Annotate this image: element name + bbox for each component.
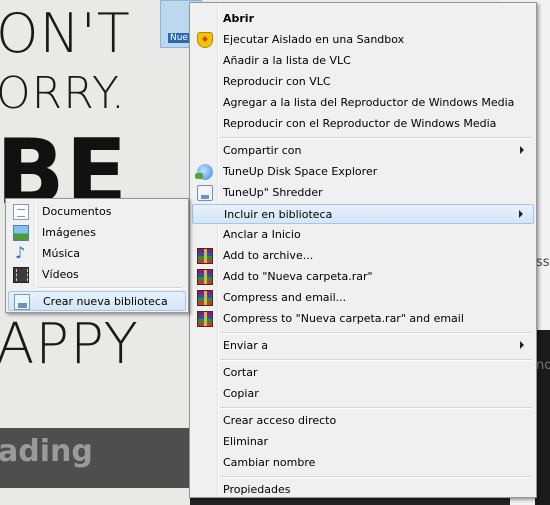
- menu-item-eliminar[interactable]: Eliminar: [192, 432, 534, 452]
- menu-item-label: Eliminar: [223, 435, 269, 448]
- submenu-item-label: Documentos: [42, 205, 112, 218]
- videos-library-icon: [13, 267, 29, 283]
- sandbox-shield-icon: [197, 32, 213, 48]
- winrar-icon: [197, 290, 213, 306]
- submenu-arrow-icon: [519, 210, 523, 218]
- winrar-icon: [197, 248, 213, 264]
- menu-item-label: Añadir a la lista de VLC: [223, 54, 351, 67]
- context-menu: Abrir Ejecutar Aislado en una Sandbox Añ…: [189, 2, 537, 498]
- menu-item-label: Reproducir con el Reproductor de Windows…: [223, 117, 497, 130]
- menu-item-label: TuneUp" Shredder: [223, 186, 323, 199]
- music-library-icon: [13, 243, 29, 262]
- menu-item-anclar-inicio[interactable]: Anclar a Inicio: [192, 225, 534, 245]
- menu-item-label: Incluir en biblioteca: [224, 208, 333, 221]
- menu-item-label: Propiedades: [223, 483, 291, 496]
- menu-item-compartir[interactable]: Compartir con: [192, 141, 534, 161]
- submenu-item-musica[interactable]: Música: [8, 243, 186, 264]
- background-text-2: no: [536, 358, 550, 373]
- menu-item-enviar-a[interactable]: Enviar a: [192, 336, 534, 356]
- menu-item-label: Compartir con: [223, 144, 302, 157]
- menu-item-label: Enviar a: [223, 339, 268, 352]
- menu-item-label: Cambiar nombre: [223, 456, 316, 469]
- submenu-item-imagenes[interactable]: Imágenes: [8, 223, 186, 243]
- shredder-icon: [197, 185, 213, 201]
- wallpaper-text-line2: ORRY.: [0, 68, 126, 119]
- menu-separator: [220, 332, 532, 334]
- menu-item-incluir-biblioteca[interactable]: Incluir en biblioteca: [192, 204, 534, 224]
- menu-item-label: Anclar a Inicio: [223, 228, 301, 241]
- wallpaper-text-line4: APPY: [0, 312, 139, 377]
- menu-item-label: Abrir: [223, 12, 255, 25]
- menu-separator: [220, 359, 532, 361]
- background-text-1: ss: [536, 255, 550, 270]
- menu-item-label: TuneUp Disk Space Explorer: [223, 165, 378, 178]
- submenu-item-label: Música: [42, 247, 81, 260]
- menu-item-add-to-rar[interactable]: Add to "Nueva carpeta.rar": [192, 267, 534, 287]
- menu-item-label: Compress and email...: [223, 291, 347, 304]
- wallpaper-text-line1: ON'T: [0, 2, 131, 65]
- menu-item-label: Reproducir con VLC: [223, 75, 331, 88]
- menu-item-label: Compress to "Nueva carpeta.rar" and emai…: [223, 312, 464, 325]
- menu-item-vlc-add[interactable]: Añadir a la lista de VLC: [192, 51, 534, 71]
- submenu-separator: [38, 287, 182, 289]
- tuneup-disk-icon: [195, 164, 213, 180]
- menu-item-wmp-play[interactable]: Reproducir con el Reproductor de Windows…: [192, 114, 534, 134]
- menu-separator: [220, 476, 532, 478]
- menu-item-cortar[interactable]: Cortar: [192, 363, 534, 383]
- menu-item-vlc-play[interactable]: Reproducir con VLC: [192, 72, 534, 92]
- menu-item-crear-acceso-directo[interactable]: Crear acceso directo: [192, 411, 534, 431]
- menu-item-label: Cortar: [223, 366, 258, 379]
- menu-item-copiar[interactable]: Copiar: [192, 384, 534, 404]
- submenu-item-crear-nueva-biblioteca[interactable]: Crear nueva biblioteca: [8, 291, 186, 311]
- menu-item-compress-email[interactable]: Compress and email...: [192, 288, 534, 308]
- submenu-arrow-icon: [520, 146, 524, 154]
- menu-item-label: Add to archive...: [223, 249, 314, 262]
- menu-item-label: Copiar: [223, 387, 259, 400]
- menu-item-propiedades[interactable]: Propiedades: [192, 480, 534, 500]
- submenu-item-documentos[interactable]: Documentos: [8, 202, 186, 222]
- menu-item-label: Crear acceso directo: [223, 414, 337, 427]
- documents-library-icon: [13, 204, 29, 220]
- folder-label[interactable]: Nue: [168, 33, 190, 43]
- menu-item-label: Add to "Nueva carpeta.rar": [223, 270, 373, 283]
- wallpaper-loading-banner: ading: [0, 428, 200, 488]
- menu-item-label: Agregar a la lista del Reproductor de Wi…: [223, 96, 515, 109]
- submenu-arrow-icon: [520, 341, 524, 349]
- winrar-icon: [197, 311, 213, 327]
- new-library-icon: [14, 294, 30, 310]
- background-dark-panel: [535, 330, 550, 505]
- submenu-item-label: Crear nueva biblioteca: [43, 295, 168, 308]
- menu-item-tuneup-shredder[interactable]: TuneUp" Shredder: [192, 183, 534, 203]
- winrar-icon: [197, 269, 213, 285]
- menu-item-wmp-add[interactable]: Agregar a la lista del Reproductor de Wi…: [192, 93, 534, 113]
- menu-item-abrir[interactable]: Abrir: [192, 9, 534, 29]
- menu-item-cambiar-nombre[interactable]: Cambiar nombre: [192, 453, 534, 473]
- menu-item-sandbox[interactable]: Ejecutar Aislado en una Sandbox: [192, 30, 534, 50]
- menu-item-compress-rar-email[interactable]: Compress to "Nueva carpeta.rar" and emai…: [192, 309, 534, 329]
- submenu-item-label: Imágenes: [42, 226, 96, 239]
- menu-item-tuneup-disk[interactable]: TuneUp Disk Space Explorer: [192, 162, 534, 182]
- menu-item-label: Ejecutar Aislado en una Sandbox: [223, 33, 405, 46]
- submenu-item-label: Vídeos: [42, 268, 79, 281]
- menu-item-add-archive[interactable]: Add to archive...: [192, 246, 534, 266]
- wallpaper-loading-text: ading: [0, 434, 93, 469]
- submenu-item-videos[interactable]: Vídeos: [8, 265, 186, 285]
- pictures-library-icon: [13, 225, 29, 241]
- library-submenu: Documentos Imágenes Música Vídeos Crear …: [5, 198, 189, 313]
- menu-separator: [220, 407, 532, 409]
- menu-separator: [220, 137, 532, 139]
